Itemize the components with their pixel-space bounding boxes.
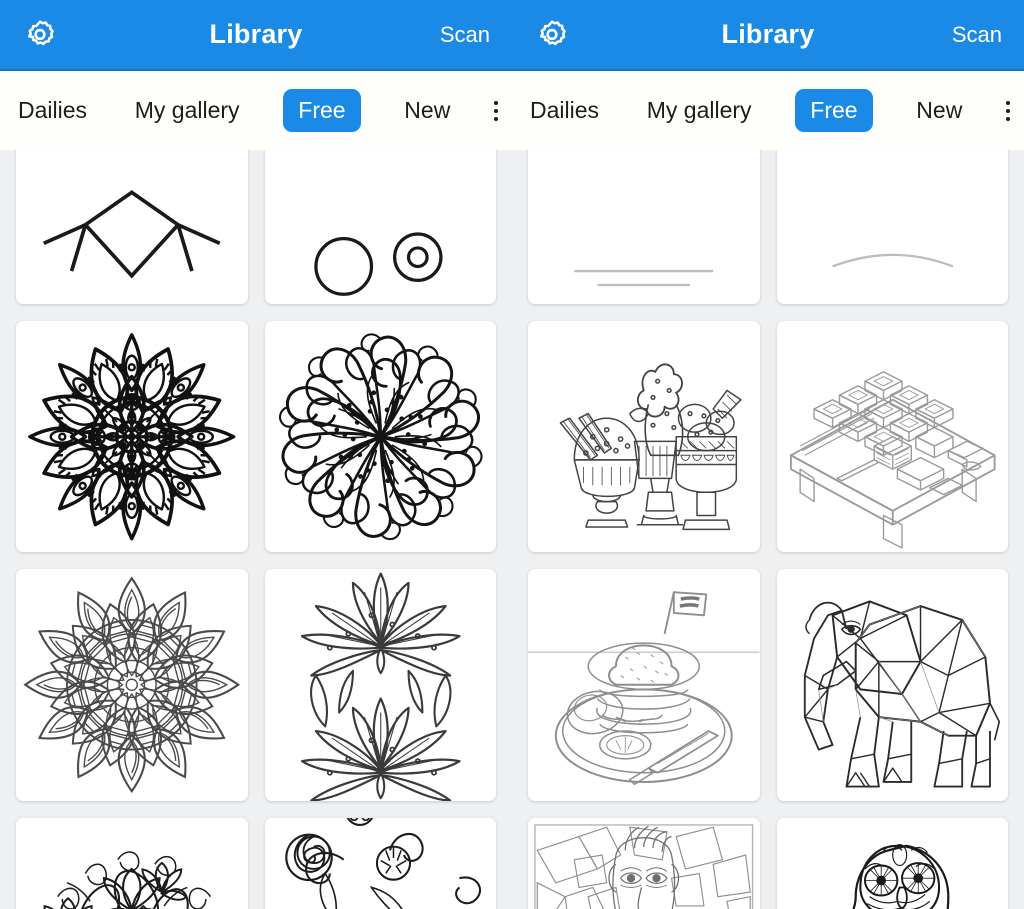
kebab-menu-icon[interactable]	[1006, 99, 1011, 123]
card-ice-cream-sundaes[interactable]	[528, 320, 760, 552]
card-mandala-floral[interactable]	[16, 320, 248, 552]
app-header-bar: Library Scan	[0, 0, 512, 71]
tab-new[interactable]: New	[400, 91, 454, 130]
coloring-page-grid	[16, 150, 496, 909]
scan-button[interactable]: Scan	[440, 22, 494, 48]
tab-dailies[interactable]: Dailies	[14, 91, 91, 130]
card-previous-row-right[interactable]	[264, 150, 496, 304]
category-tab-bar: Dailies My gallery Free New	[512, 71, 1024, 150]
card-burger-plate[interactable]	[528, 569, 760, 801]
left-screen: Library Scan Dailies My gallery Free New	[0, 0, 512, 909]
kebab-menu-icon[interactable]	[494, 99, 499, 123]
settings-button[interactable]	[530, 13, 574, 57]
card-succulents[interactable]	[264, 569, 496, 801]
tab-dailies[interactable]: Dailies	[526, 91, 603, 130]
gear-icon	[23, 18, 57, 52]
category-tab-bar: Dailies My gallery Free New	[0, 71, 512, 150]
card-previous-row-left[interactable]	[16, 150, 248, 304]
card-roses-ornate[interactable]	[264, 817, 496, 909]
card-geometric-elephant[interactable]	[776, 569, 1008, 801]
card-zentangle-owl[interactable]	[776, 817, 1008, 909]
card-sushi-platter[interactable]	[776, 320, 1008, 552]
coloring-page-grid-scroll[interactable]	[0, 150, 512, 909]
coloring-page-grid-scroll[interactable]	[512, 150, 1024, 909]
tab-free[interactable]: Free	[283, 89, 361, 132]
app-header-bar: Library Scan	[512, 0, 1024, 71]
scan-button[interactable]: Scan	[952, 22, 1006, 48]
page-title: Library	[209, 19, 303, 49]
card-mandala-geometric[interactable]	[16, 569, 248, 801]
card-flower-bouquet[interactable]	[16, 817, 248, 909]
tab-my-gallery[interactable]: My gallery	[643, 91, 756, 130]
tab-new[interactable]: New	[912, 91, 966, 130]
page-title: Library	[721, 19, 815, 49]
right-screen: Library Scan Dailies My gallery Free New	[512, 0, 1024, 909]
dual-screen-comparison: Library Scan Dailies My gallery Free New	[0, 0, 1024, 909]
card-abstract-portrait[interactable]	[528, 817, 760, 909]
card-previous-row-left[interactable]	[528, 150, 760, 304]
gear-icon	[535, 18, 569, 52]
card-previous-row-right[interactable]	[776, 150, 1008, 304]
coloring-page-grid	[528, 150, 1008, 909]
card-mandala-paisley[interactable]	[264, 320, 496, 552]
tab-my-gallery[interactable]: My gallery	[131, 91, 244, 130]
tab-free[interactable]: Free	[795, 89, 873, 132]
settings-button[interactable]	[18, 13, 62, 57]
